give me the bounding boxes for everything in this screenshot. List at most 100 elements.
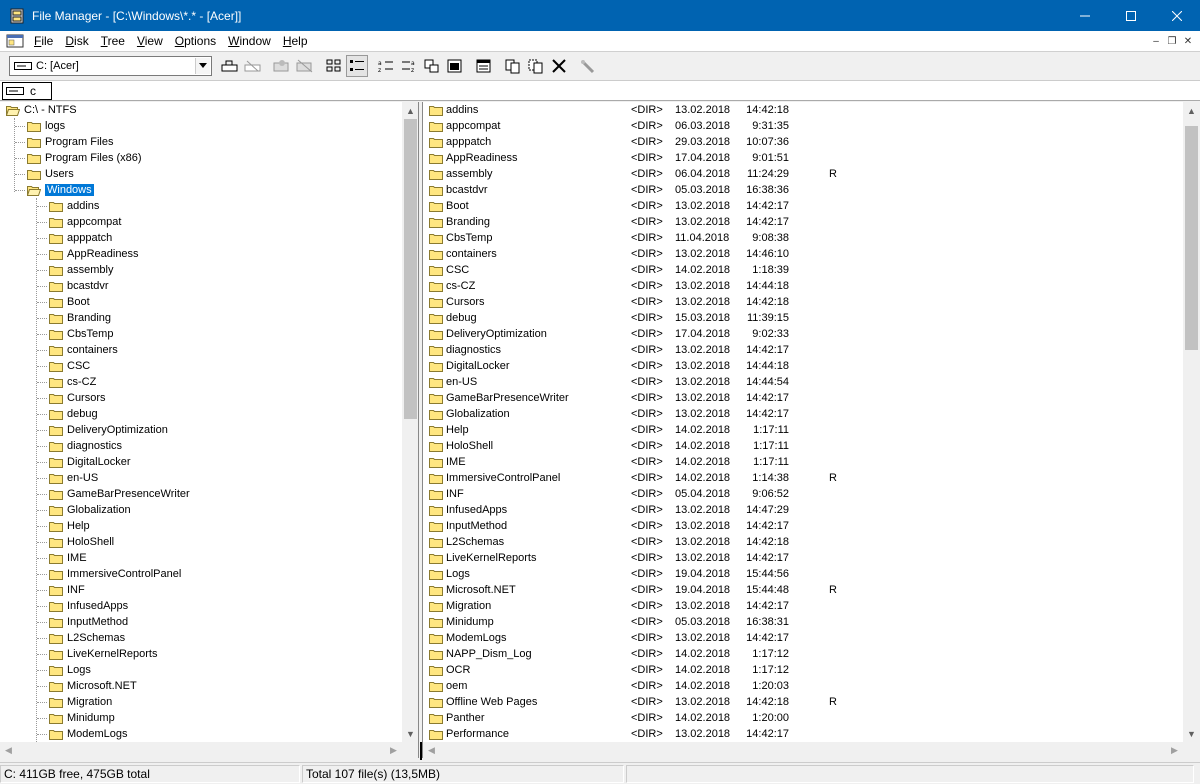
scroll-left-icon[interactable]: ◀	[423, 742, 440, 758]
file-list-row[interactable]: Minidump <DIR> 05.03.2018 16:38:31	[423, 614, 1200, 630]
file-list-row[interactable]: appcompat <DIR> 06.03.2018 9:31:35	[423, 118, 1200, 134]
tree-item[interactable]: Minidump	[0, 710, 418, 726]
mdi-minimize-button[interactable]: –	[1148, 33, 1164, 49]
tree-item[interactable]: assembly	[0, 262, 418, 278]
file-list-row[interactable]: Cursors <DIR> 13.02.2018 14:42:18	[423, 294, 1200, 310]
tree-item[interactable]: Logs	[0, 662, 418, 678]
tree-item[interactable]: LiveKernelReports	[0, 646, 418, 662]
list-view-button[interactable]	[346, 54, 368, 77]
new-window-button[interactable]	[473, 55, 495, 77]
tree-item[interactable]: AppReadiness	[0, 246, 418, 262]
connect-drive-button[interactable]	[219, 55, 241, 77]
file-list-row[interactable]: Boot <DIR> 13.02.2018 14:42:17	[423, 198, 1200, 214]
file-list-row[interactable]: Help <DIR> 14.02.2018 1:17:11	[423, 422, 1200, 438]
tree-horizontal-scrollbar[interactable]: ◀ ▶	[0, 742, 402, 758]
tree-item[interactable]: CbsTemp	[0, 326, 418, 342]
file-list-row[interactable]: Panther <DIR> 14.02.2018 1:20:00	[423, 710, 1200, 726]
tree-item[interactable]: Program Files (x86)	[0, 150, 418, 166]
tree-item[interactable]: DigitalLocker	[0, 454, 418, 470]
tree-item[interactable]: Users	[0, 166, 418, 182]
minimize-button[interactable]	[1062, 0, 1108, 31]
tree-item[interactable]: Program Files	[0, 134, 418, 150]
tree-item[interactable]: Help	[0, 518, 418, 534]
tree-item[interactable]: InputMethod	[0, 614, 418, 630]
file-list-row[interactable]: bcastdvr <DIR> 05.03.2018 16:38:36	[423, 182, 1200, 198]
large-icons-view-button[interactable]	[323, 55, 345, 77]
file-list-row[interactable]: IME <DIR> 14.02.2018 1:17:11	[423, 454, 1200, 470]
file-list-row[interactable]: InputMethod <DIR> 13.02.2018 14:42:17	[423, 518, 1200, 534]
close-button[interactable]	[1154, 0, 1200, 31]
file-list-row[interactable]: Performance <DIR> 13.02.2018 14:42:17	[423, 726, 1200, 742]
file-list-row[interactable]: ImmersiveControlPanel <DIR> 14.02.2018 1:14…	[423, 470, 1200, 486]
tree-item[interactable]: apppatch	[0, 230, 418, 246]
tree-item[interactable]: bcastdvr	[0, 278, 418, 294]
tree-item[interactable]: en-US	[0, 470, 418, 486]
properties-button[interactable]	[577, 55, 599, 77]
file-list-row[interactable]: InfusedApps <DIR> 13.02.2018 14:47:29	[423, 502, 1200, 518]
file-list-row[interactable]: oem <DIR> 14.02.2018 1:20:03	[423, 678, 1200, 694]
tree-item[interactable]: CSC	[0, 358, 418, 374]
file-list-row[interactable]: en-US <DIR> 13.02.2018 14:44:54	[423, 374, 1200, 390]
sort-by-name-button[interactable]: az	[375, 55, 397, 77]
tree-item[interactable]: Microsoft.NET	[0, 678, 418, 694]
scroll-up-icon[interactable]: ▲	[1183, 102, 1200, 119]
file-list-row[interactable]: Migration <DIR> 13.02.2018 14:42:17	[423, 598, 1200, 614]
scrollbar-thumb[interactable]	[1185, 126, 1198, 350]
file-list-row[interactable]: debug <DIR> 15.03.2018 11:39:15	[423, 310, 1200, 326]
file-list-row[interactable]: LiveKernelReports <DIR> 13.02.2018 14:42:17	[423, 550, 1200, 566]
file-list-row[interactable]: addins <DIR> 13.02.2018 14:42:18	[423, 102, 1200, 118]
file-list-row[interactable]: Logs <DIR> 19.04.2018 15:44:56	[423, 566, 1200, 582]
file-list-row[interactable]: L2Schemas <DIR> 13.02.2018 14:42:18	[423, 534, 1200, 550]
file-list-row[interactable]: DigitalLocker <DIR> 13.02.2018 14:44:18	[423, 358, 1200, 374]
file-list-row[interactable]: Globalization <DIR> 13.02.2018 14:42:17	[423, 406, 1200, 422]
list-vertical-scrollbar[interactable]: ▲ ▼	[1183, 102, 1200, 742]
menu-5[interactable]: Window	[222, 34, 277, 48]
file-list-row[interactable]: cs-CZ <DIR> 13.02.2018 14:44:18	[423, 278, 1200, 294]
menu-2[interactable]: Tree	[95, 34, 131, 48]
file-list-row[interactable]: Microsoft.NET <DIR> 19.04.2018 15:44:48 R	[423, 582, 1200, 598]
sort-by-date-button[interactable]	[444, 55, 466, 77]
tree-item[interactable]: appcompat	[0, 214, 418, 230]
tree-item[interactable]: GameBarPresenceWriter	[0, 486, 418, 502]
tree-item[interactable]: INF	[0, 582, 418, 598]
disconnect-drive-button[interactable]	[242, 55, 264, 77]
maximize-button[interactable]	[1108, 0, 1154, 31]
tree-item[interactable]: InfusedApps	[0, 598, 418, 614]
tree-item[interactable]: cs-CZ	[0, 374, 418, 390]
scroll-down-icon[interactable]: ▼	[402, 725, 418, 742]
file-list-row[interactable]: diagnostics <DIR> 13.02.2018 14:42:17	[423, 342, 1200, 358]
tree-vertical-scrollbar[interactable]: ▲ ▼	[402, 102, 418, 742]
menu-3[interactable]: View	[131, 34, 169, 48]
tree-item[interactable]: L2Schemas	[0, 630, 418, 646]
tree-item[interactable]: IME	[0, 550, 418, 566]
file-list-row[interactable]: AppReadiness <DIR> 17.04.2018 9:01:51	[423, 150, 1200, 166]
file-list-row[interactable]: CbsTemp <DIR> 11.04.2018 9:08:38	[423, 230, 1200, 246]
scroll-up-icon[interactable]: ▲	[402, 102, 418, 119]
drive-select[interactable]: C: [Acer]	[9, 55, 212, 76]
tree-item[interactable]: Migration	[0, 694, 418, 710]
tree-item[interactable]: addins	[0, 198, 418, 214]
scrollbar-thumb[interactable]	[404, 119, 417, 419]
file-list-row[interactable]: INF <DIR> 05.04.2018 9:06:52	[423, 486, 1200, 502]
file-list-row[interactable]: NAPP_Dism_Log <DIR> 14.02.2018 1:17:12	[423, 646, 1200, 662]
copy-button[interactable]	[502, 55, 524, 77]
mdi-close-button[interactable]: ✕	[1180, 33, 1196, 49]
delete-button[interactable]	[548, 55, 570, 77]
file-list-row[interactable]: CSC <DIR> 14.02.2018 1:18:39	[423, 262, 1200, 278]
sort-by-size-button[interactable]	[421, 55, 443, 77]
file-list-row[interactable]: Offline Web Pages <DIR> 13.02.2018 14:42:18…	[423, 694, 1200, 710]
drive-tab-c[interactable]: c	[2, 82, 52, 100]
tree-item[interactable]: DeliveryOptimization	[0, 422, 418, 438]
tree-item[interactable]: HoloShell	[0, 534, 418, 550]
file-list-row[interactable]: DeliveryOptimization <DIR> 17.04.2018 9:02:…	[423, 326, 1200, 342]
stop-sharing-button[interactable]	[294, 55, 316, 77]
menu-0[interactable]: File	[28, 34, 59, 48]
document-window-icon[interactable]	[6, 34, 24, 48]
tree-item[interactable]: Cursors	[0, 390, 418, 406]
tree-item-selected[interactable]: Windows	[0, 182, 418, 198]
tree-item[interactable]: Globalization	[0, 502, 418, 518]
tree-item[interactable]: diagnostics	[0, 438, 418, 454]
tree-item[interactable]: Boot	[0, 294, 418, 310]
chevron-down-icon[interactable]	[195, 57, 210, 74]
file-list-row[interactable]: apppatch <DIR> 29.03.2018 10:07:36	[423, 134, 1200, 150]
